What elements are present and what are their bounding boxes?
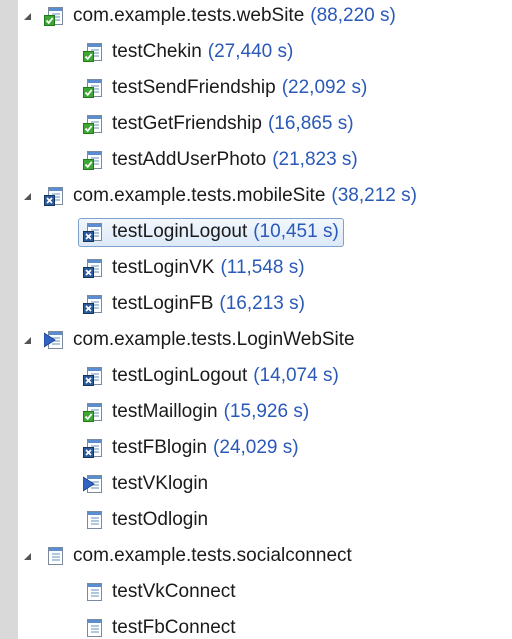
item-content[interactable]: testFbConnect [83, 617, 236, 639]
test-name: testLoginLogout [112, 220, 248, 242]
item-content[interactable]: testMaillogin (15,926 s) [83, 401, 309, 423]
suite-name: com.example.tests.LoginWebSite [73, 329, 355, 350]
expand-toggle-icon[interactable] [20, 9, 34, 23]
test-case-row[interactable]: testGetFriendship (16,865 s) [18, 106, 512, 142]
test-name: testVKlogin [112, 473, 209, 494]
suite-name: com.example.tests.mobileSite [73, 185, 326, 206]
test-suite-pending-icon [48, 547, 63, 565]
duration-label: (21,823 s) [272, 149, 358, 170]
test-case-row[interactable]: testLoginFB (16,213 s) [18, 286, 512, 322]
test-case-row[interactable]: testFBlogin (24,029 s) [18, 430, 512, 466]
test-name: testLoginLogout [112, 365, 248, 386]
test-case-pending-icon [87, 619, 102, 637]
test-case-pass-icon [83, 403, 102, 422]
test-name: testVkConnect [112, 581, 236, 602]
item-content[interactable]: testSendFriendship (22,092 s) [83, 77, 367, 99]
duration-label: (16,865 s) [267, 113, 354, 134]
test-results-tree[interactable]: com.example.tests.webSite (88,220 s) testC… [18, 0, 512, 639]
selected-item[interactable]: testLoginLogout (10,451 s) [78, 217, 344, 247]
item-content[interactable]: testChekin (27,440 s) [83, 41, 293, 63]
item-content[interactable]: com.example.tests.mobileSite (38,212 s) [44, 185, 417, 207]
test-suite-pass-icon [44, 7, 63, 26]
test-case-row[interactable]: testOdlogin [18, 502, 512, 538]
item-content[interactable]: testLoginVK (11,548 s) [83, 257, 305, 279]
test-name: testSendFriendship [112, 77, 276, 98]
test-case-error-icon [83, 439, 102, 458]
test-case-running-icon [83, 475, 102, 493]
test-suite-row[interactable]: com.example.tests.socialconnect [18, 538, 512, 574]
duration-label: (15,926 s) [223, 401, 310, 422]
suite-name: com.example.tests.socialconnect [73, 545, 352, 566]
suite-name: com.example.tests.webSite [73, 5, 305, 26]
test-suite-row[interactable]: com.example.tests.mobileSite (38,212 s) [18, 178, 512, 214]
duration-label: (27,440 s) [207, 41, 294, 62]
test-case-error-icon [83, 367, 102, 386]
item-content[interactable]: testVkConnect [83, 581, 236, 603]
test-name: testAddUserPhoto [112, 149, 267, 170]
test-case-row[interactable]: testVkConnect [18, 574, 512, 610]
test-name: testLoginVK [112, 257, 215, 278]
item-content[interactable]: testLoginFB (16,213 s) [83, 293, 305, 315]
item-content[interactable]: com.example.tests.webSite (88,220 s) [44, 5, 396, 27]
test-case-row[interactable]: testMaillogin (15,926 s) [18, 394, 512, 430]
test-case-row[interactable]: testAddUserPhoto (21,823 s) [18, 142, 512, 178]
test-case-pass-icon [83, 79, 102, 98]
expand-toggle-icon[interactable] [20, 189, 34, 203]
item-content[interactable]: testOdlogin [83, 509, 208, 531]
test-suite-row[interactable]: com.example.tests.webSite (88,220 s) [18, 0, 512, 34]
test-suite-running-icon [44, 331, 63, 349]
test-name: testMaillogin [112, 401, 218, 422]
duration-label: (16,213 s) [219, 293, 305, 314]
duration-label: (22,092 s) [281, 77, 368, 98]
test-case-row[interactable]: testSendFriendship (22,092 s) [18, 70, 512, 106]
test-case-pass-icon [83, 115, 102, 134]
expand-toggle-icon[interactable] [20, 333, 34, 347]
test-case-row[interactable]: testLoginLogout (10,451 s) [18, 214, 512, 250]
test-suite-row[interactable]: com.example.tests.LoginWebSite [18, 322, 512, 358]
test-case-row[interactable]: testChekin (27,440 s) [18, 34, 512, 70]
test-suite-error-icon [44, 187, 63, 206]
test-case-error-icon [83, 259, 102, 278]
test-case-row[interactable]: testLoginVK (11,548 s) [18, 250, 512, 286]
duration-label: (11,548 s) [220, 257, 305, 278]
test-case-row[interactable]: testLoginLogout (14,074 s) [18, 358, 512, 394]
test-case-pending-icon [87, 511, 102, 529]
test-case-error-icon [83, 222, 102, 242]
duration-label: (38,212 s) [331, 185, 417, 206]
item-content[interactable]: testFBlogin (24,029 s) [83, 437, 299, 459]
test-case-row[interactable]: testFbConnect [18, 610, 512, 639]
test-name: testFbConnect [112, 617, 236, 638]
test-name: testOdlogin [112, 509, 209, 530]
duration-label: (10,451 s) [253, 220, 339, 242]
item-content[interactable]: testLoginLogout (14,074 s) [83, 365, 339, 387]
item-content[interactable]: com.example.tests.socialconnect [44, 545, 352, 567]
test-name: testFBlogin [112, 437, 208, 458]
item-content[interactable]: com.example.tests.LoginWebSite [44, 329, 355, 351]
test-case-pass-icon [83, 43, 102, 62]
duration-label: (88,220 s) [310, 5, 396, 26]
item-content[interactable]: testAddUserPhoto (21,823 s) [83, 149, 358, 171]
test-name: testLoginFB [112, 293, 214, 314]
item-content[interactable]: testGetFriendship (16,865 s) [83, 113, 354, 135]
test-case-pending-icon [87, 583, 102, 601]
expand-toggle-icon[interactable] [20, 549, 34, 563]
test-name: testChekin [112, 41, 202, 62]
duration-label: (24,029 s) [213, 437, 299, 458]
duration-label: (14,074 s) [253, 365, 339, 386]
test-case-error-icon [83, 295, 102, 314]
test-case-row[interactable]: testVKlogin [18, 466, 512, 502]
test-name: testGetFriendship [112, 113, 262, 134]
item-content[interactable]: testVKlogin [83, 473, 208, 495]
test-case-pass-icon [83, 151, 102, 170]
